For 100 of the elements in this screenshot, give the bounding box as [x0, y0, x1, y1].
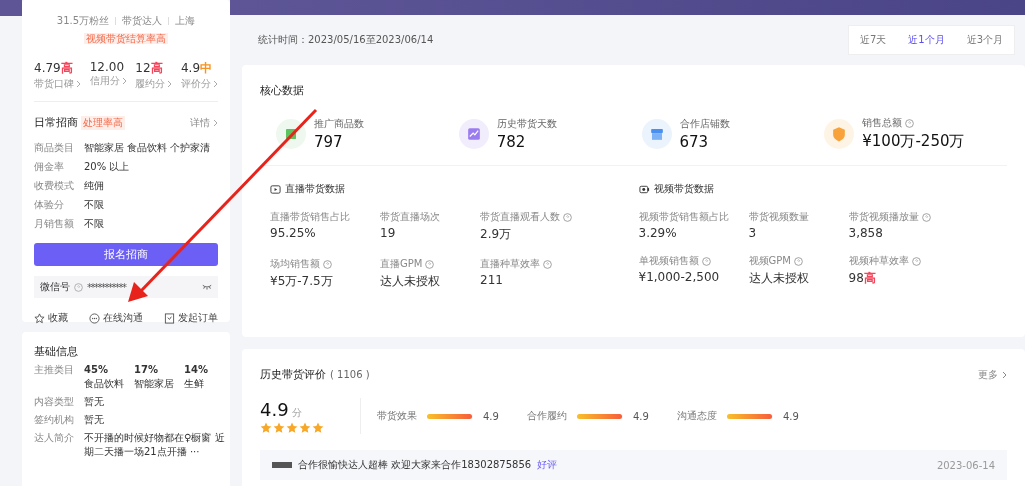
chevron-icon [121, 77, 127, 85]
help-icon [911, 256, 921, 266]
score-link[interactable]: 带货口碑 [34, 77, 74, 91]
comment-date: 2023-06-14 [936, 459, 995, 471]
field-value: 不开播的时候好物都在♀橱窗 近 期二天播一场21点开播 ··· [84, 431, 225, 459]
score-link[interactable]: 评价分 [180, 77, 211, 91]
details-link[interactable]: 详情 [190, 115, 210, 130]
metric-value: 2.9万 [480, 227, 512, 241]
metric-value: 797 [314, 132, 344, 151]
field-label: 主推类目 [34, 363, 75, 377]
score-unit: 分 [291, 406, 302, 418]
metric-label: 合作店铺数 [679, 116, 730, 131]
field-value: 不限 [84, 217, 104, 231]
metric-label: 历史带货天数 [496, 116, 557, 131]
help-icon [793, 256, 803, 266]
grade-label: 高 [863, 271, 876, 285]
hidden-eye-icon[interactable] [202, 284, 212, 290]
category-name: 食品饮料 [84, 377, 124, 391]
score-value: 12 [135, 61, 151, 75]
help-icon [905, 118, 915, 128]
metric-value: 782 [496, 132, 527, 151]
metric-label: 单视频销售额 [638, 254, 699, 268]
more-link[interactable]: 更多 [978, 367, 998, 382]
metric-value: 3,858 [848, 226, 883, 240]
score-value: 4.79 [34, 61, 61, 75]
action-link[interactable]: 在线沟通 [89, 311, 143, 325]
period-tab[interactable]: 近1个月 [897, 26, 956, 54]
metric-value: 达人未授权 [748, 271, 809, 285]
metric-value: 673 [679, 132, 710, 151]
chevron-icon [213, 118, 218, 127]
field-value: 暂无 [84, 395, 104, 409]
metric-label: 直播带货销售占比 [270, 210, 350, 224]
grade-label: 高 [150, 61, 163, 75]
metric-label: 带货直播场次 [380, 210, 440, 224]
period-tab[interactable]: 近3个月 [955, 26, 1014, 54]
help-icon [701, 256, 711, 266]
apply-button[interactable]: 报名招商 [34, 243, 218, 266]
field-value: 不限 [84, 198, 104, 212]
metric-value: 95.25% [270, 226, 316, 240]
field-value: 20% 以上 [84, 160, 130, 174]
grade-label: 中 [200, 61, 213, 75]
section-title: 日常招商 [34, 115, 78, 130]
section-title: 基础信息 [34, 344, 79, 359]
category-share: 14% [184, 363, 208, 377]
profile-meta: 上海 [175, 14, 196, 28]
camera-icon [638, 183, 650, 195]
document-icon [164, 312, 175, 324]
grade-label: 高 [60, 61, 73, 75]
action-link[interactable]: 发起订单 [164, 311, 218, 325]
field-label: 商品类目 [34, 141, 75, 155]
action-link[interactable]: 收藏 [34, 311, 68, 325]
help-icon [323, 259, 332, 269]
metric-value: 19 [380, 226, 396, 240]
metric-label: 视频GPM [748, 254, 791, 268]
help-icon [74, 282, 83, 292]
metric-value: ¥1,000-2,500 [638, 270, 720, 284]
period-tab[interactable]: 近7天 [848, 26, 898, 54]
chart-icon [458, 118, 489, 149]
product-icon [276, 118, 306, 149]
profile-tag: 视频带货结算率高 [84, 33, 168, 44]
rating-label: 带货效果 [377, 409, 417, 423]
metric-value: 3.29% [638, 226, 677, 240]
rating-label: 合作履约 [527, 409, 567, 423]
chevron-icon [1002, 370, 1007, 379]
score-link[interactable]: 信用分 [89, 74, 120, 88]
metric-label: 销售总额 [862, 116, 903, 130]
category-name: 智能家居 [134, 377, 174, 391]
metric-value: ¥100万-250万 [862, 132, 965, 151]
star-icon [34, 312, 45, 324]
metric-label: 视频种草效率 [848, 254, 909, 268]
rating-value: 4.9 [483, 410, 499, 422]
help-icon [543, 259, 552, 269]
field-value: 智能家居 食品饮料 个护家清 [84, 141, 211, 155]
field-label: 体验分 [34, 198, 65, 212]
profile-meta: 31.5万粉丝 [56, 14, 110, 28]
metric-value: 达人未授权 [380, 274, 440, 288]
masked-value: *********** [87, 281, 126, 293]
field-label: 内容类型 [34, 395, 75, 409]
metric-value: 98 [848, 271, 864, 285]
field-label: 签约机构 [34, 413, 75, 427]
help-icon [921, 212, 931, 222]
metric-label: 场均销售额 [270, 257, 320, 271]
help-icon [563, 212, 572, 222]
score-value: 4.9 [180, 61, 201, 75]
metric-label: 带货直播观看人数 [480, 210, 560, 224]
metric-label: 推广商品数 [314, 116, 364, 131]
chat-icon [89, 312, 100, 324]
comment-text: 合作很愉快达人超棒 欢迎大家来合作18302875856 [298, 458, 532, 472]
field-value: 暂无 [84, 413, 104, 427]
score-link[interactable]: 履约分 [135, 77, 166, 91]
metric-label: 直播种草效率 [480, 257, 540, 271]
shield-icon [824, 118, 855, 149]
section-title: 历史带货评价 [260, 367, 326, 382]
play-icon [270, 183, 281, 195]
stat-period: 统计时间：2023/05/16至2023/06/14 [258, 33, 434, 47]
field-value: 纯佣 [84, 179, 104, 193]
metric-value: 211 [480, 273, 503, 287]
category-share: 45% [84, 363, 109, 377]
section-title: 核心数据 [260, 83, 305, 98]
review-count: ( 1106 ) [330, 369, 370, 380]
